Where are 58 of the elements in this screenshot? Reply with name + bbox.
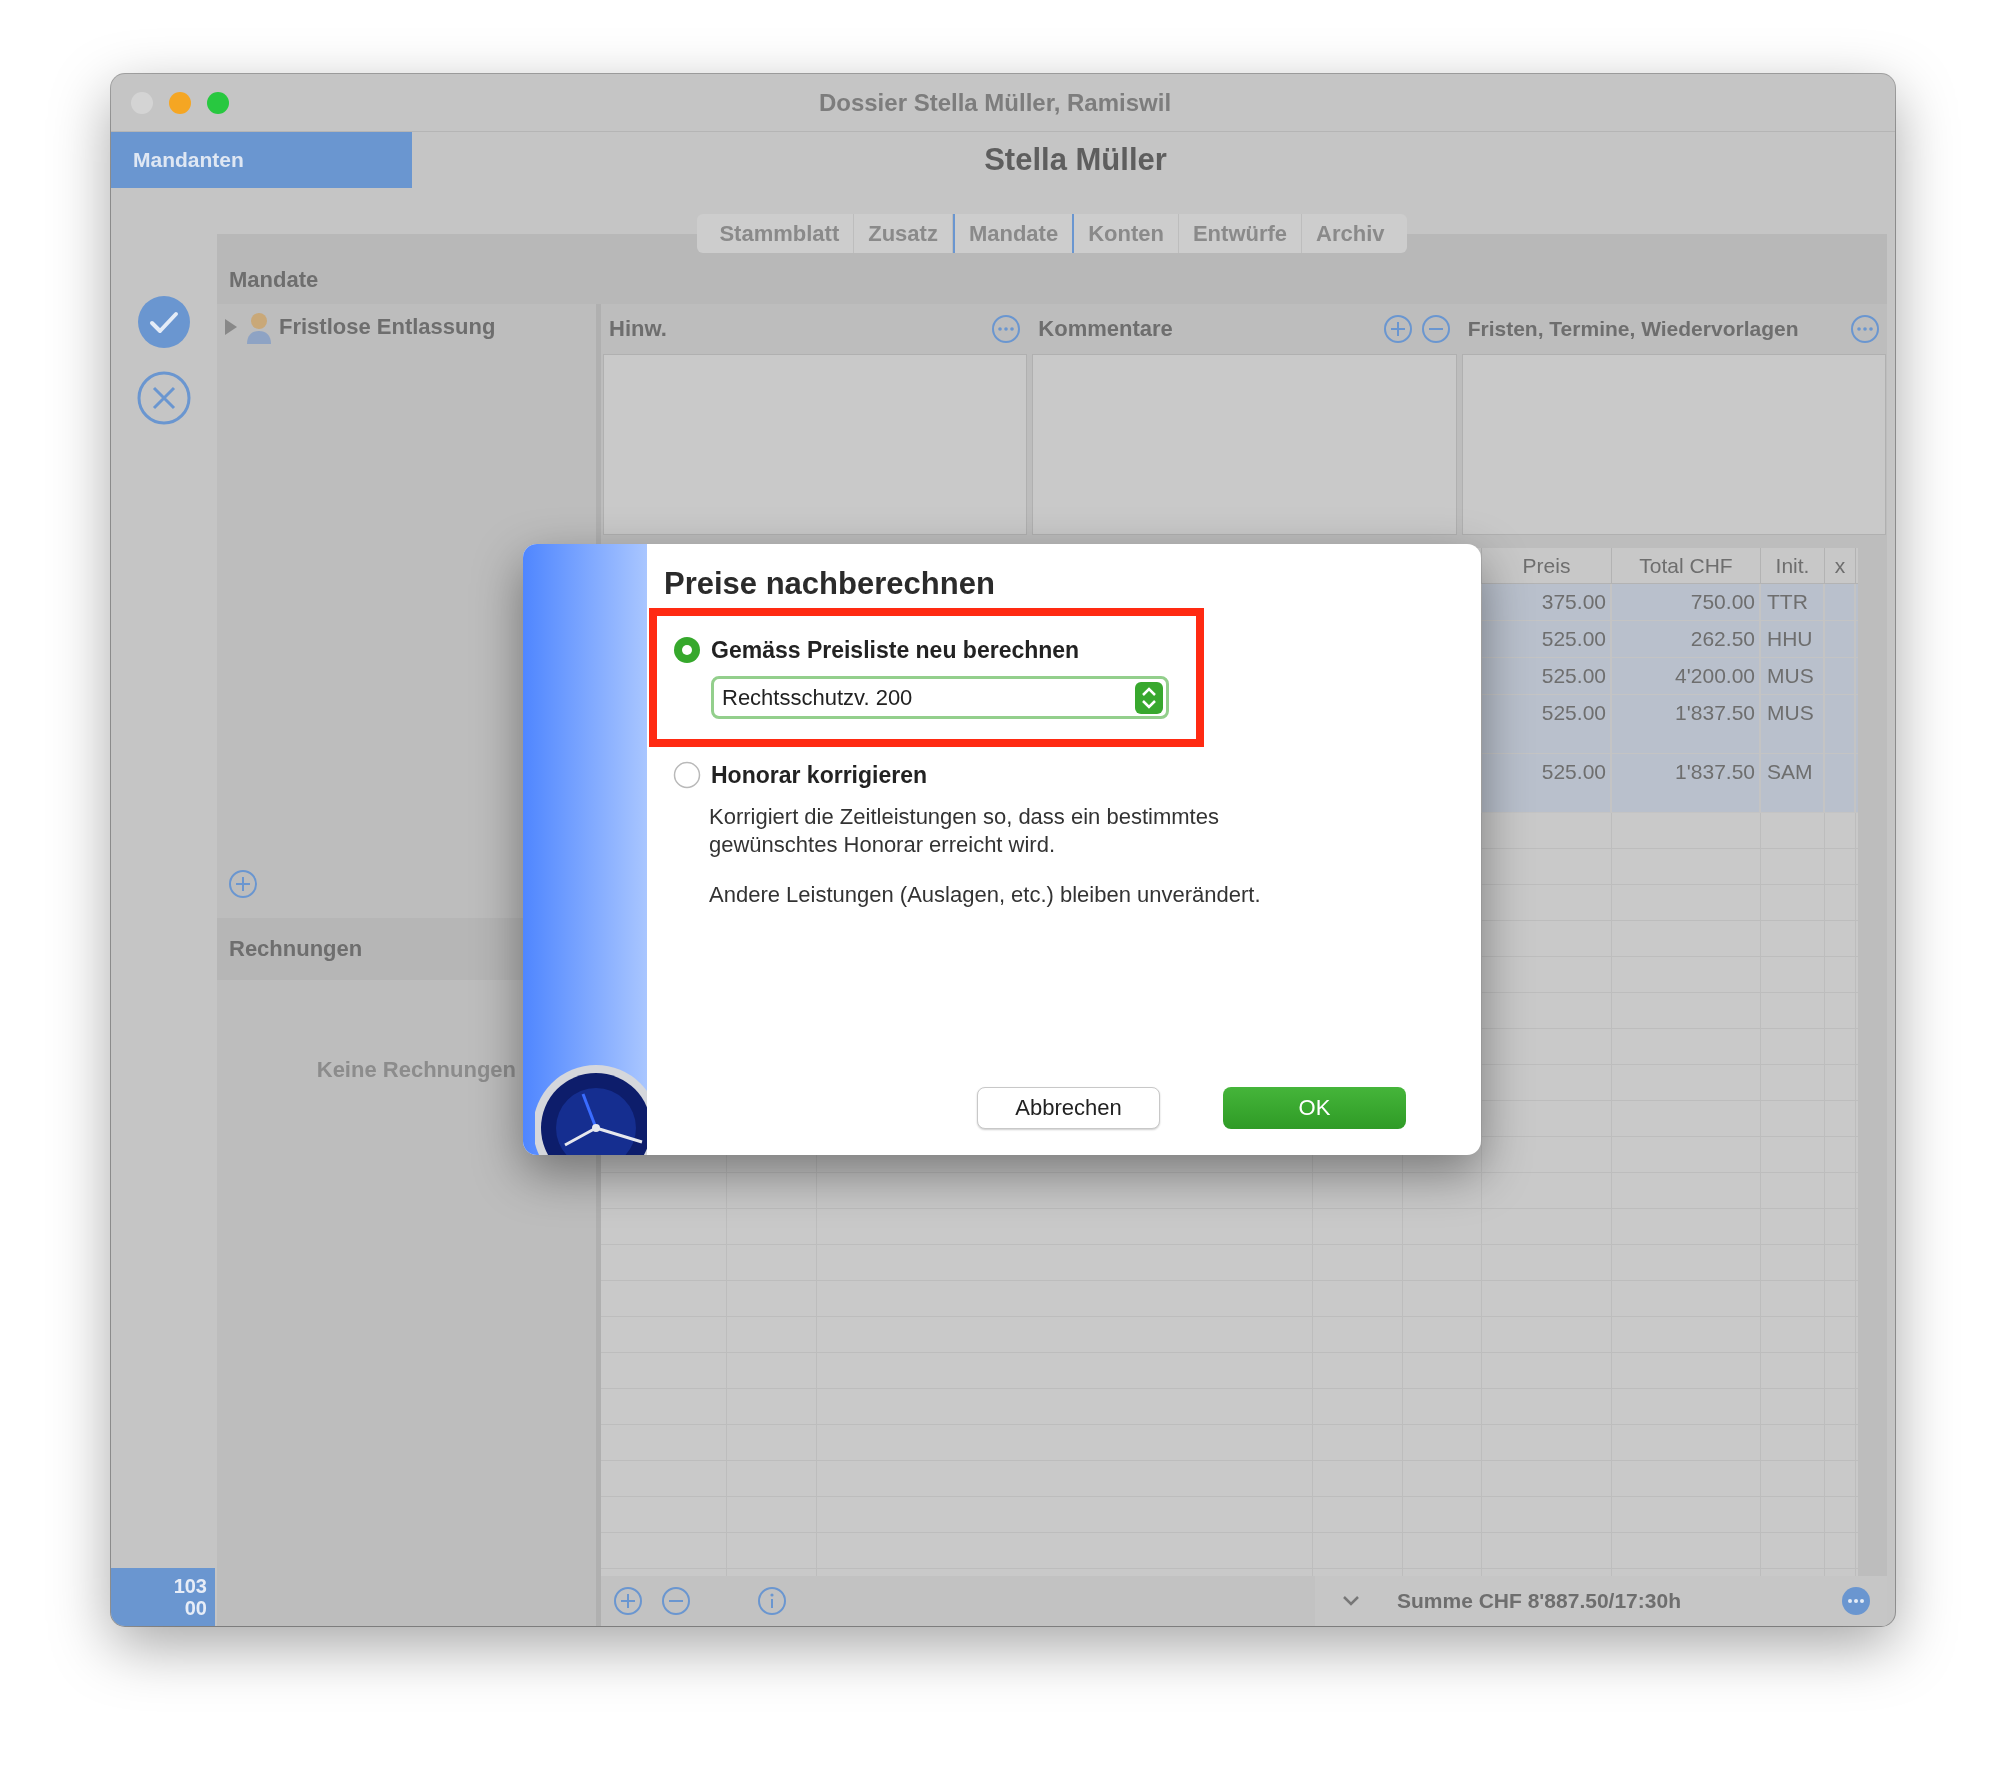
window-title: Dossier Stella Müller, Ramiswil	[817, 88, 1173, 117]
chevron-down-icon[interactable]	[1341, 1594, 1361, 1608]
section-title: Kommentare	[1038, 316, 1174, 342]
radio-button[interactable]	[673, 761, 701, 789]
description-text: Andere Leistungen (Auslagen, etc.) bleiben unverändert.	[709, 881, 1262, 909]
table-cell: 525.00	[1541, 701, 1606, 725]
table-cell: 525.00	[1541, 760, 1606, 784]
column-header[interactable]: x	[1825, 548, 1856, 583]
dialog-title: Preise nachberechnen	[664, 566, 996, 603]
disclosure-icon[interactable]	[223, 318, 239, 336]
table-cell: 525.00	[1541, 627, 1606, 651]
description-text: Korrigiert die Zeitleistungen so, dass ein bestimmtes gewünschtes Honorar erreicht wird.	[709, 803, 1220, 859]
column-header[interactable]: Init.	[1761, 548, 1825, 583]
mandate-item[interactable]: Fristlose Entlassung	[279, 314, 496, 340]
table-cell: 525.00	[1541, 664, 1606, 688]
table-cell: TTR	[1767, 590, 1808, 614]
remove-icon[interactable]	[661, 1586, 691, 1616]
summary-text: Summe CHF 8'887.50/17:30h	[1397, 1589, 1682, 1613]
more-icon[interactable]	[1841, 1586, 1871, 1616]
add-icon[interactable]	[228, 869, 258, 899]
sidebar-tab[interactable]: Mandanten	[111, 132, 412, 188]
price-list-dropdown[interactable]: Rechtsschutzv. 200	[711, 676, 1169, 719]
table-cell: MUS	[1767, 664, 1814, 688]
avatar-icon	[245, 310, 273, 344]
notes-area[interactable]	[1032, 354, 1457, 535]
record-counter: 103 00	[111, 1568, 215, 1626]
remove-icon[interactable]	[1420, 314, 1451, 344]
column-header[interactable]: Total CHF	[1612, 548, 1761, 583]
section-title: Fristen, Termine, Wiedervorlagen	[1467, 317, 1800, 341]
table-cell: HHU	[1767, 627, 1813, 651]
info-icon[interactable]	[757, 1586, 787, 1616]
ok-button[interactable]: OK	[1223, 1087, 1406, 1129]
client-name: Stella Müller	[984, 142, 1167, 178]
column-header[interactable]: Preis	[1482, 548, 1612, 583]
add-icon[interactable]	[613, 1586, 643, 1616]
cancel-icon[interactable]	[137, 371, 191, 425]
notes-area[interactable]	[1461, 354, 1886, 535]
option-label[interactable]: Honorar korrigieren	[711, 761, 927, 789]
table-cell: 262.50	[1690, 627, 1755, 651]
table-cell: 750.00	[1690, 590, 1755, 614]
option-label[interactable]: Gemäss Preisliste neu berechnen	[711, 636, 1080, 664]
section-title: Hinw.	[609, 316, 668, 342]
radio-button[interactable]	[673, 636, 701, 664]
table-cell: SAM	[1767, 760, 1813, 784]
table-cell: 375.00	[1541, 590, 1606, 614]
table-cell: 4'200.00	[1675, 664, 1755, 688]
more-icon[interactable]	[991, 314, 1022, 344]
add-icon[interactable]	[1382, 314, 1413, 344]
cancel-button[interactable]: Abbrechen	[977, 1087, 1160, 1129]
notes-area[interactable]	[603, 354, 1028, 535]
zoom-button[interactable]	[207, 91, 229, 114]
table-cell: 1'837.50	[1675, 760, 1755, 784]
table-cell: MUS	[1767, 701, 1814, 725]
more-icon[interactable]	[1850, 314, 1880, 344]
confirm-icon[interactable]	[137, 295, 191, 349]
table-cell: 1'837.50	[1675, 701, 1755, 725]
stepper-icon	[1135, 681, 1163, 714]
minimize-button[interactable]	[169, 91, 191, 114]
